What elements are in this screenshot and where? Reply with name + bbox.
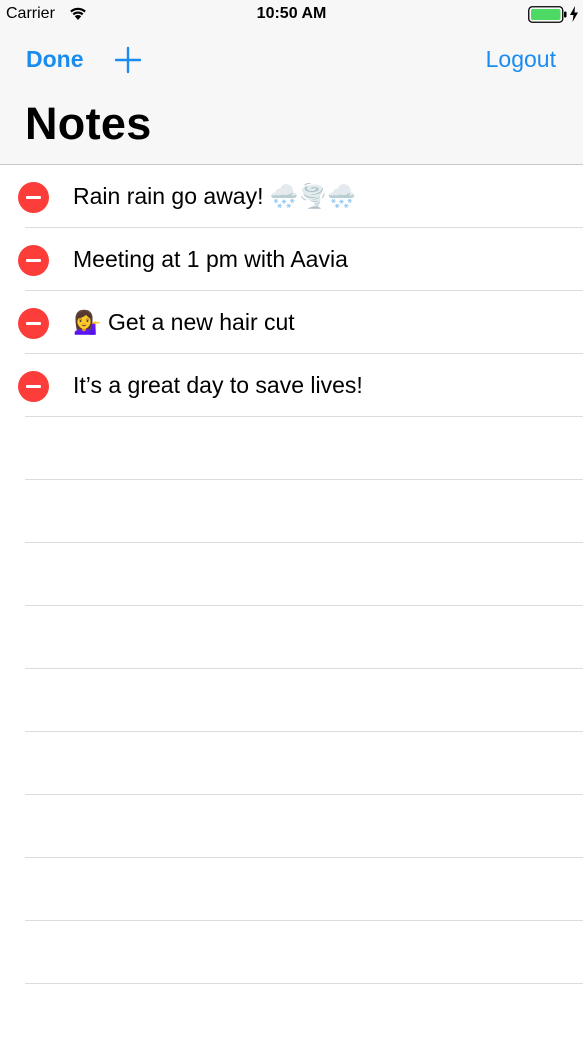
done-button[interactable]: Done [26,46,84,73]
delete-icon[interactable] [18,308,49,339]
notes-screen: Carrier 10:50 AM Done Logout Notes Rain … [0,0,583,1042]
delete-icon[interactable] [18,371,49,402]
page-title: Notes [25,98,152,149]
delete-icon[interactable] [18,182,49,213]
charging-bolt-icon [570,6,578,22]
empty-row [25,543,583,606]
note-text: It’s a great day to save lives! [73,372,363,398]
note-row[interactable]: 💁‍♀️ Get a new hair cut [18,291,583,354]
empty-row [25,732,583,795]
note-text: Meeting at 1 pm with Aavia [73,246,348,272]
note-row[interactable]: Rain rain go away! 🌨️🌪️🌨️ [18,165,583,228]
empty-row [25,417,583,480]
navigation-bar: Done Logout Notes [0,30,583,165]
note-row[interactable]: It’s a great day to save lives! [18,354,583,417]
empty-row [25,606,583,669]
delete-icon[interactable] [18,245,49,276]
empty-row [25,795,583,858]
clock: 10:50 AM [256,5,327,22]
note-row[interactable]: Meeting at 1 pm with Aavia [18,228,583,291]
empty-row [25,984,583,1042]
empty-row [25,921,583,984]
plus-icon[interactable] [114,46,142,74]
status-bar: Carrier 10:50 AM [0,0,583,30]
empty-row [25,858,583,921]
note-text: 💁‍♀️ Get a new hair cut [73,309,295,335]
empty-row [25,480,583,543]
empty-row [25,669,583,732]
logout-button[interactable]: Logout [486,46,556,73]
notes-table: Rain rain go away! 🌨️🌪️🌨️ Meeting at 1 p… [0,165,583,1042]
note-text: Rain rain go away! 🌨️🌪️🌨️ [73,183,356,209]
battery-icon [528,6,567,23]
